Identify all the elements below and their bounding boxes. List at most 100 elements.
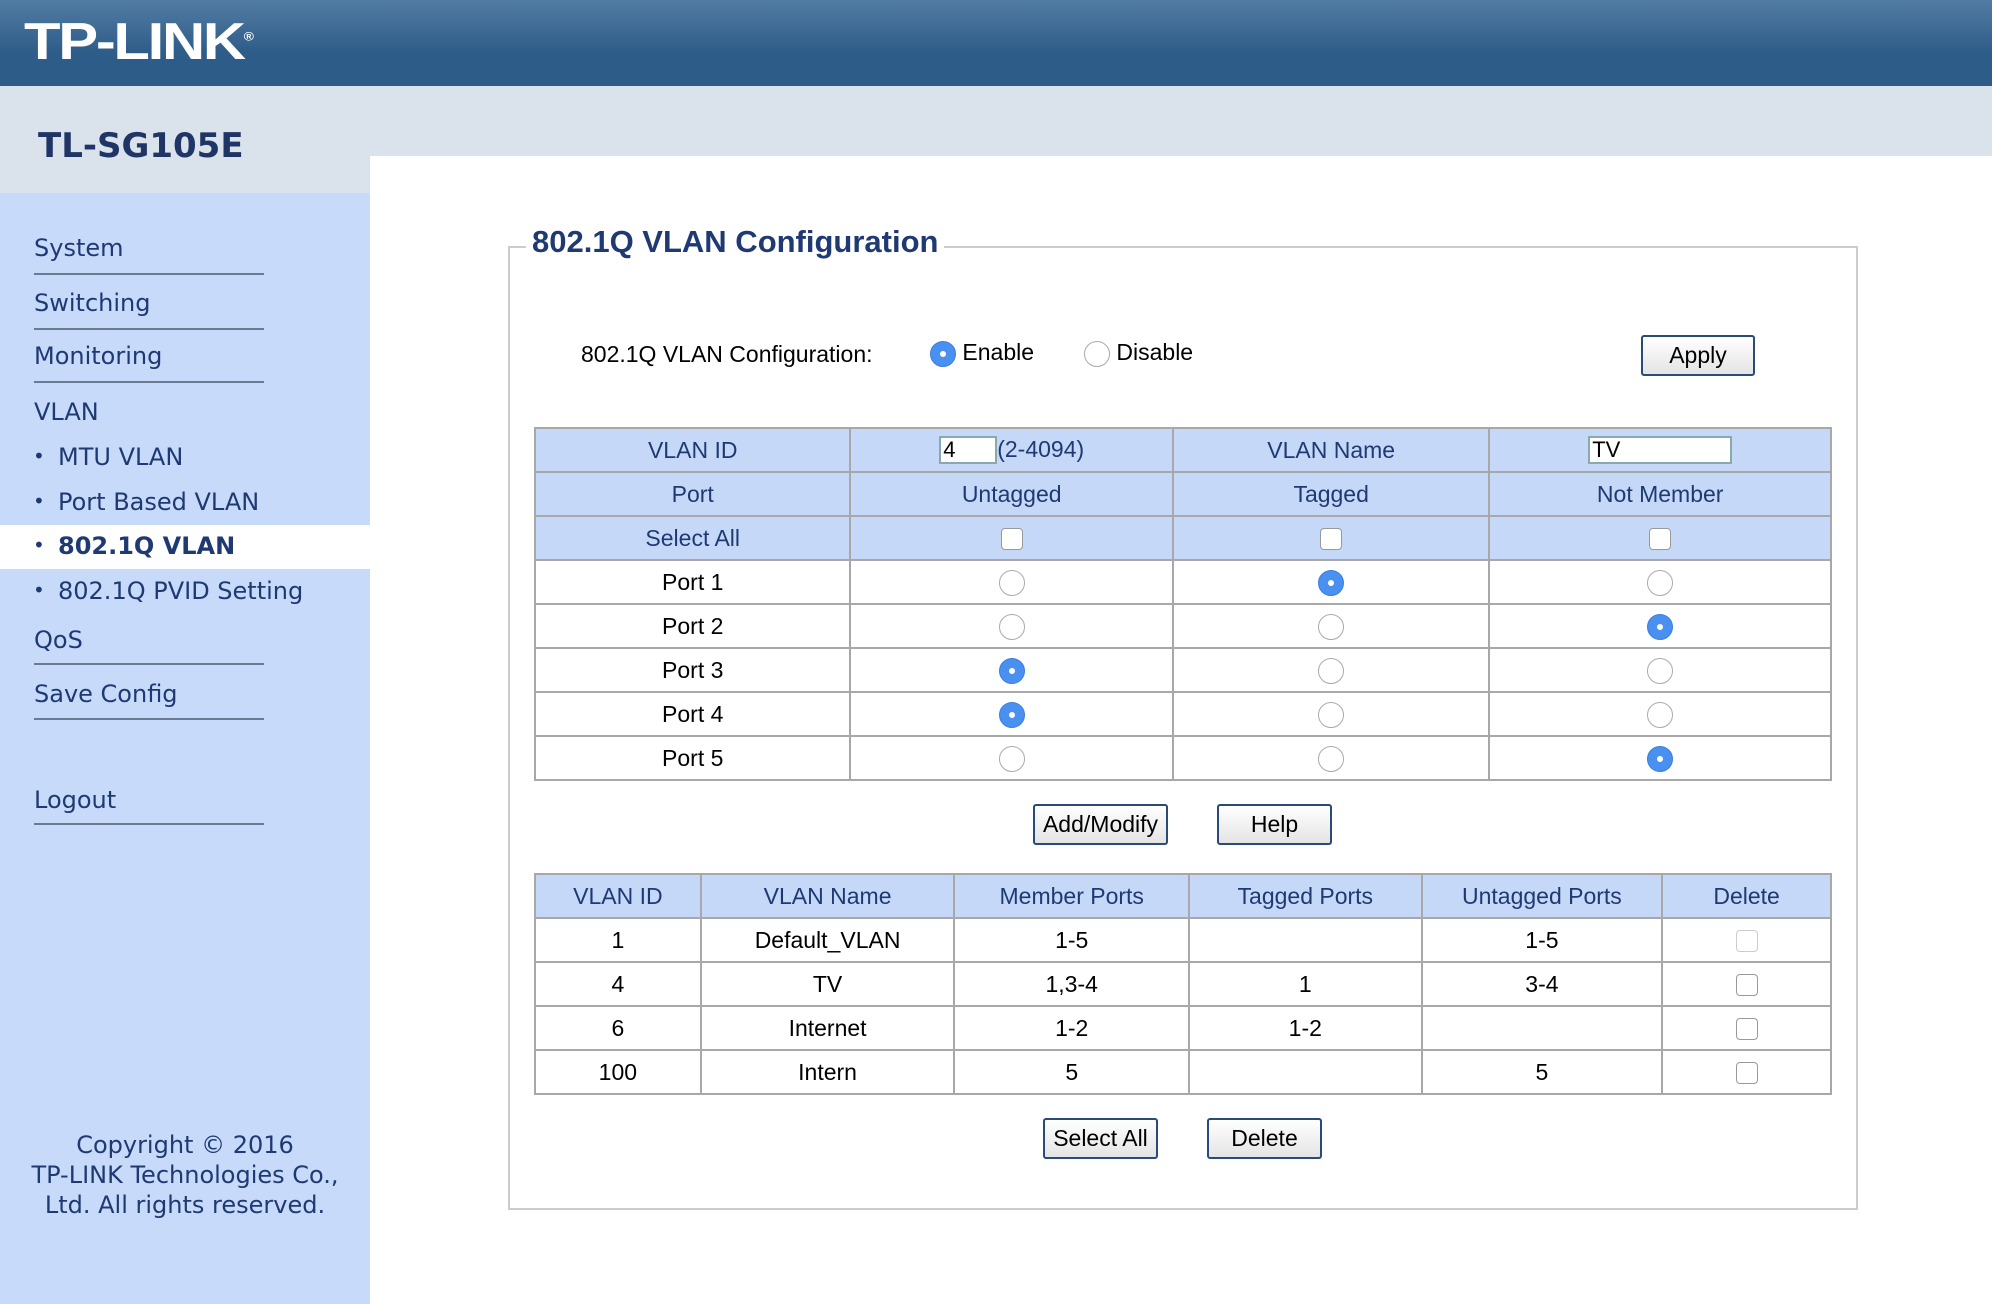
table-cell: 1-2 xyxy=(1188,1005,1423,1051)
vlan-name-input[interactable] xyxy=(1588,436,1733,465)
divider xyxy=(34,718,264,720)
sidebar-item-vlan[interactable]: VLAN xyxy=(34,397,99,427)
not-member-radio[interactable] xyxy=(1647,745,1674,772)
delete-checkbox[interactable] xyxy=(1735,974,1758,997)
sidebar-item-monitoring[interactable]: Monitoring xyxy=(34,341,162,371)
table-cell: TV xyxy=(699,961,956,1007)
sidebar-item-qos[interactable]: QoS xyxy=(34,625,83,655)
copyright: Copyright © 2016 TP-LINK Technologies Co… xyxy=(0,1130,370,1220)
table-row: 6 Internet 1-2 1-2 xyxy=(534,1005,1832,1051)
table-cell: 6 xyxy=(534,1005,702,1051)
table-cell: 1-5 xyxy=(1420,917,1664,963)
select-all-not-member-checkbox[interactable] xyxy=(1649,528,1672,551)
port-cell xyxy=(1171,647,1491,693)
bullet-icon: • xyxy=(33,578,45,602)
bullet-icon: • xyxy=(33,533,45,557)
delete-cell xyxy=(1661,917,1832,963)
sidebar-item-switching[interactable]: Switching xyxy=(34,288,150,318)
enable-radio[interactable] xyxy=(930,340,956,367)
sidebar-item-8021q-vlan[interactable]: 802.1Q VLAN xyxy=(58,531,235,561)
model-name: TL-SG105E xyxy=(38,126,244,166)
tp-link-logo: TP-LINK® xyxy=(24,13,254,71)
delete-button[interactable]: Delete xyxy=(1207,1118,1322,1159)
delete-cell xyxy=(1661,1005,1832,1051)
disable-option[interactable]: Disable xyxy=(1084,339,1193,367)
port-row: Port 2 xyxy=(533,603,1832,649)
column-header: Member Ports xyxy=(953,873,1191,919)
sidebar-item-save-config[interactable]: Save Config xyxy=(34,679,178,709)
select-all-button[interactable]: Select All xyxy=(1043,1118,1158,1159)
vlan-form-table: VLAN ID (2-4094) VLAN Name Port Untagged… xyxy=(533,427,1832,781)
sidebar-item-logout[interactable]: Logout xyxy=(34,785,116,815)
table-cell: Internet xyxy=(699,1005,956,1051)
port-row: Port 5 xyxy=(533,735,1832,781)
select-all-untagged-checkbox[interactable] xyxy=(1000,528,1023,551)
port-cell xyxy=(1171,735,1491,781)
not-member-radio[interactable] xyxy=(1647,701,1674,728)
disable-label: Disable xyxy=(1116,339,1194,365)
help-button[interactable]: Help xyxy=(1217,804,1332,845)
table-cell: Intern xyxy=(699,1049,956,1095)
not-member-radio[interactable] xyxy=(1647,657,1674,684)
port-cell xyxy=(1488,691,1832,737)
untagged-radio[interactable] xyxy=(998,569,1025,596)
vlan-list-table: VLAN ID VLAN Name Member Ports Tagged Ports… xyxy=(534,873,1832,1095)
port-name: Port 5 xyxy=(533,735,852,781)
port-cell xyxy=(1488,735,1832,781)
sidebar-item-port-based-vlan[interactable]: Port Based VLAN xyxy=(58,487,259,517)
vlan-id-label: VLAN ID xyxy=(533,427,852,473)
untagged-header: Untagged xyxy=(849,471,1174,517)
port-cell xyxy=(1171,603,1491,649)
copyright-line: TP-LINK Technologies Co., xyxy=(31,1161,339,1189)
bullet-icon: • xyxy=(33,489,45,513)
untagged-radio[interactable] xyxy=(998,701,1025,728)
table-cell: 100 xyxy=(534,1049,702,1095)
bullet-icon: • xyxy=(33,444,45,468)
apply-button[interactable]: Apply xyxy=(1641,335,1755,376)
port-cell xyxy=(1488,559,1832,605)
delete-checkbox xyxy=(1735,930,1758,953)
vlan-id-cell: (2-4094) xyxy=(849,427,1174,473)
table-cell: 5 xyxy=(1420,1049,1664,1095)
select-all-tagged-checkbox[interactable] xyxy=(1320,528,1343,551)
sidebar-item-pvid-setting[interactable]: 802.1Q PVID Setting xyxy=(58,576,303,606)
add-modify-button[interactable]: Add/Modify xyxy=(1033,804,1168,845)
divider xyxy=(34,663,264,665)
port-row: Port 1 xyxy=(533,559,1832,605)
header-band xyxy=(0,86,1992,156)
select-all-cell xyxy=(849,515,1174,561)
vlan-id-input[interactable] xyxy=(939,436,998,465)
divider xyxy=(34,328,264,330)
port-cell xyxy=(1171,559,1491,605)
page-title: 802.1Q VLAN Configuration xyxy=(526,224,945,260)
enable-option[interactable]: Enable xyxy=(930,339,1034,367)
table-cell: 1 xyxy=(1188,961,1423,1007)
untagged-radio[interactable] xyxy=(998,613,1025,640)
not-member-radio[interactable] xyxy=(1647,569,1674,596)
tagged-radio[interactable] xyxy=(1318,613,1345,640)
table-cell: 1-5 xyxy=(953,917,1191,963)
not-member-radio[interactable] xyxy=(1647,613,1674,640)
sidebar-item-system[interactable]: System xyxy=(34,233,124,263)
column-header: Tagged Ports xyxy=(1188,873,1423,919)
port-cell xyxy=(849,603,1174,649)
delete-checkbox[interactable] xyxy=(1735,1018,1758,1041)
tagged-radio[interactable] xyxy=(1318,701,1345,728)
table-cell xyxy=(1188,917,1423,963)
port-header: Port xyxy=(533,471,852,517)
port-cell xyxy=(1488,647,1832,693)
delete-cell xyxy=(1661,961,1832,1007)
table-cell: 1 xyxy=(534,917,702,963)
port-row: Port 3 xyxy=(533,647,1832,693)
tagged-radio[interactable] xyxy=(1318,745,1345,772)
column-header: VLAN Name xyxy=(699,873,956,919)
tagged-radio[interactable] xyxy=(1318,657,1345,684)
table-cell: 1-2 xyxy=(953,1005,1191,1051)
untagged-radio[interactable] xyxy=(998,657,1025,684)
vlan-name-label: VLAN Name xyxy=(1171,427,1491,473)
disable-radio[interactable] xyxy=(1084,340,1110,367)
untagged-radio[interactable] xyxy=(998,745,1025,772)
delete-checkbox[interactable] xyxy=(1735,1062,1758,1085)
tagged-radio[interactable] xyxy=(1318,569,1345,596)
sidebar-item-mtu-vlan[interactable]: MTU VLAN xyxy=(58,442,183,472)
